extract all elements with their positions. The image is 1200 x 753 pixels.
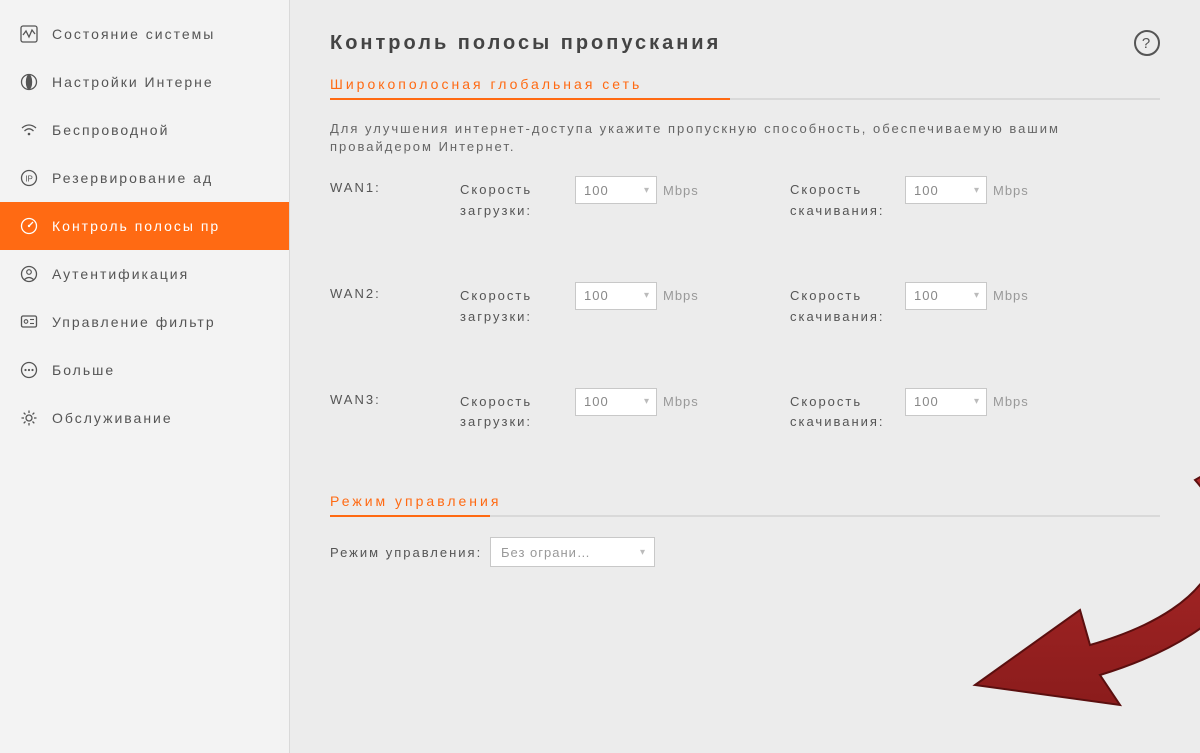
main-content: Контроль полосы пропускания ? Широкополо… <box>290 0 1200 753</box>
wifi-icon <box>20 121 38 139</box>
input-value: 100 <box>914 394 939 409</box>
sidebar-item-label: Контроль полосы пр <box>52 218 220 234</box>
status-icon <box>20 25 38 43</box>
input-value: 100 <box>584 288 609 303</box>
wan1-upload-input[interactable]: 100 ▾ <box>575 176 657 204</box>
chevron-down-icon: ▾ <box>974 290 980 301</box>
upload-label: Скорость загрузки: <box>460 282 565 328</box>
input-value: 100 <box>584 394 609 409</box>
sidebar-item-internet[interactable]: Настройки Интерне <box>0 58 289 106</box>
mode-row: Режим управления: Без ограни… ▾ <box>330 537 1160 567</box>
mode-select[interactable]: Без ограни… ▾ <box>490 537 655 567</box>
section-wan-title: Широкополосная глобальная сеть <box>330 76 1160 98</box>
wan-name: WAN1: <box>330 176 460 195</box>
help-button[interactable]: ? <box>1134 30 1160 56</box>
divider <box>330 98 1160 100</box>
sidebar-item-status[interactable]: Состояние системы <box>0 10 289 58</box>
mode-label: Режим управления: <box>330 537 490 564</box>
unit-label: Mbps <box>663 394 699 409</box>
wan-row: WAN3: Скорость загрузки: 100 ▾ Mbps Скор… <box>330 388 1160 434</box>
download-label: Скорость скачивания: <box>790 176 895 222</box>
chevron-down-icon: ▾ <box>644 290 650 301</box>
sidebar-item-label: Больше <box>52 362 115 378</box>
unit-label: Mbps <box>663 288 699 303</box>
unit-label: Mbps <box>663 183 699 198</box>
user-icon <box>20 265 38 283</box>
more-icon <box>20 361 38 379</box>
chevron-down-icon: ▾ <box>974 185 980 196</box>
ip-icon: IP <box>20 169 38 187</box>
gear-icon <box>20 409 38 427</box>
chevron-down-icon: ▾ <box>644 185 650 196</box>
download-label: Скорость скачивания: <box>790 282 895 328</box>
sidebar-item-label: Аутентификация <box>52 266 189 282</box>
sidebar-item-label: Настройки Интерне <box>52 74 214 90</box>
divider <box>330 515 1160 517</box>
wan-name: WAN3: <box>330 388 460 407</box>
upload-label: Скорость загрузки: <box>460 388 565 434</box>
unit-label: Mbps <box>993 183 1029 198</box>
sidebar-item-auth[interactable]: Аутентификация <box>0 250 289 298</box>
wan-row: WAN1: Скорость загрузки: 100 ▾ Mbps Скор… <box>330 176 1160 222</box>
svg-text:IP: IP <box>25 175 33 184</box>
wan2-upload-input[interactable]: 100 ▾ <box>575 282 657 310</box>
sidebar-item-maintenance[interactable]: Обслуживание <box>0 394 289 442</box>
unit-label: Mbps <box>993 288 1029 303</box>
wan-name: WAN2: <box>330 282 460 301</box>
gauge-icon <box>20 217 38 235</box>
wan1-download-input[interactable]: 100 ▾ <box>905 176 987 204</box>
download-label: Скорость скачивания: <box>790 388 895 434</box>
input-value: 100 <box>914 288 939 303</box>
section-wan-description: Для улучшения интернет-доступа укажите п… <box>330 120 1160 156</box>
sidebar: Состояние системы Настройки Интерне Бесп… <box>0 0 290 753</box>
wan3-download-input[interactable]: 100 ▾ <box>905 388 987 416</box>
upload-label: Скорость загрузки: <box>460 176 565 222</box>
chevron-down-icon: ▾ <box>640 547 646 558</box>
wan-row: WAN2: Скорость загрузки: 100 ▾ Mbps Скор… <box>330 282 1160 328</box>
page-title: Контроль полосы пропускания <box>330 32 721 55</box>
sidebar-item-filter[interactable]: Управление фильтр <box>0 298 289 346</box>
filter-icon <box>20 313 38 331</box>
sidebar-item-ip-reserve[interactable]: IP Резервирование ад <box>0 154 289 202</box>
annotation-arrow-icon <box>930 450 1200 720</box>
sidebar-item-wireless[interactable]: Беспроводной <box>0 106 289 154</box>
help-icon: ? <box>1142 35 1152 52</box>
wan2-download-input[interactable]: 100 ▾ <box>905 282 987 310</box>
sidebar-item-label: Управление фильтр <box>52 314 216 330</box>
sidebar-item-label: Беспроводной <box>52 122 169 138</box>
input-value: 100 <box>914 183 939 198</box>
sidebar-item-more[interactable]: Больше <box>0 346 289 394</box>
sidebar-item-bandwidth[interactable]: Контроль полосы пр <box>0 202 289 250</box>
chevron-down-icon: ▾ <box>644 396 650 407</box>
sidebar-item-label: Состояние системы <box>52 26 215 42</box>
section-mode-title: Режим управления <box>330 493 1160 515</box>
wan3-upload-input[interactable]: 100 ▾ <box>575 388 657 416</box>
sidebar-item-label: Резервирование ад <box>52 170 213 186</box>
sidebar-item-label: Обслуживание <box>52 410 173 426</box>
input-value: 100 <box>584 183 609 198</box>
chevron-down-icon: ▾ <box>974 396 980 407</box>
unit-label: Mbps <box>993 394 1029 409</box>
globe-icon <box>20 73 38 91</box>
mode-value: Без ограни… <box>501 545 591 560</box>
